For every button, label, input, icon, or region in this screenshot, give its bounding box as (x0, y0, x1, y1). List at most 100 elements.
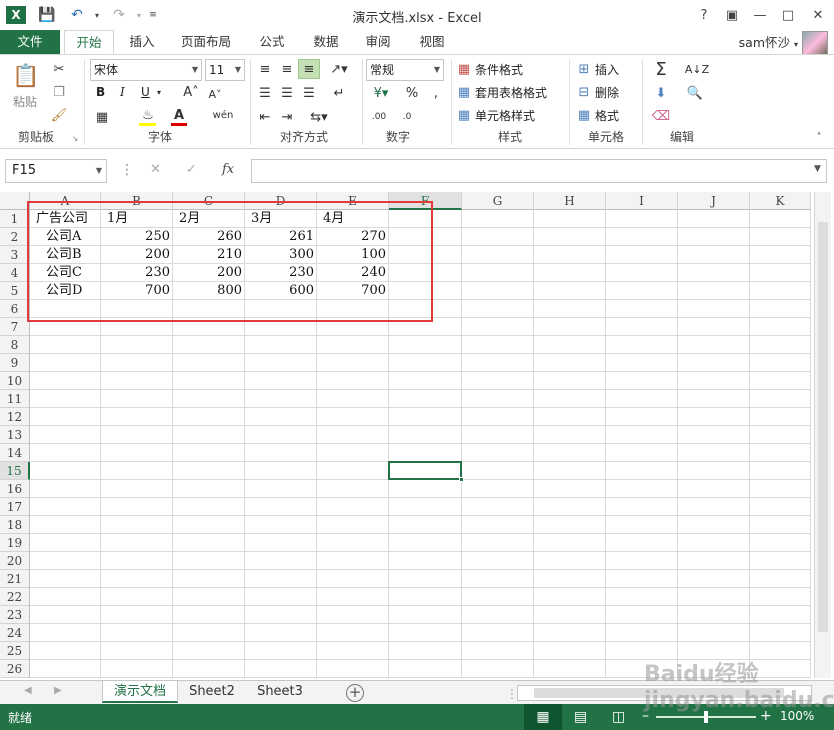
number-format-select[interactable]: 常规 ▼ (366, 59, 444, 81)
font-size-select[interactable]: 11 ▼ (205, 59, 245, 81)
decrease-decimal-icon[interactable]: .0 (396, 109, 418, 125)
align-middle-icon[interactable]: ≡ (278, 61, 296, 77)
zoom-slider[interactable] (656, 711, 756, 723)
ribbon-home: 📋 粘贴 ✂ ❐ 🖌 剪贴板 ↘ 宋体 ▼ 11 ▼ B I U ▾ A˄ A˅ ▦… (0, 54, 834, 149)
format-cells-button[interactable]: 格式 (595, 107, 619, 124)
title-bar: X 💾 ↶ ▾ ↷ ▾ ≡ 演示文档.xlsx - Excel ? ▣ — □ … (0, 0, 834, 30)
tab-formulas[interactable]: 公式 (250, 30, 294, 54)
fill-icon[interactable]: ⬇ (650, 84, 672, 102)
conditional-format-icon[interactable]: ▦ (456, 61, 472, 77)
format-as-table-icon[interactable]: ▦ (456, 84, 472, 100)
sheet-tab-demo[interactable]: 演示文档 (102, 681, 178, 703)
insert-cells-button[interactable]: 插入 (595, 61, 619, 78)
font-color-icon[interactable]: A (172, 107, 186, 123)
sort-filter-icon[interactable]: A↓Z (684, 59, 710, 79)
clipboard-group-label: 剪贴板 (17, 130, 54, 144)
insert-cells-icon[interactable]: ⊞ (576, 61, 592, 77)
cell-styles-icon[interactable]: ▦ (456, 107, 472, 123)
align-bottom-icon[interactable]: ≡ (298, 59, 320, 79)
clear-icon[interactable]: ⌫ (650, 107, 672, 125)
align-top-icon[interactable]: ≡ (256, 61, 274, 77)
user-name-label: sam怀沙 (738, 35, 790, 50)
minimize-icon[interactable]: — (748, 4, 772, 26)
delete-cells-button[interactable]: 删除 (595, 84, 619, 101)
sheet-tab-sheet2[interactable]: Sheet2 (180, 681, 244, 703)
chevron-down-icon: ▼ (95, 166, 102, 175)
align-left-icon[interactable]: ☰ (256, 85, 274, 101)
group-divider (451, 59, 452, 145)
format-painter-icon[interactable]: 🖌 (50, 106, 68, 124)
cell-styles-button[interactable]: 单元格样式 (475, 107, 535, 124)
phonetic-icon[interactable]: wén (212, 105, 234, 125)
borders-icon[interactable]: ▦ (94, 109, 110, 125)
increase-indent-icon[interactable]: ⇥ (278, 109, 296, 125)
number-format-value: 常规 (370, 63, 395, 77)
underline-dropdown-icon[interactable]: ▾ (154, 85, 164, 99)
insert-function-icon[interactable]: fx (222, 162, 234, 177)
orientation-icon[interactable]: ↗▾ (326, 61, 352, 77)
group-divider (569, 59, 570, 145)
page-break-view-icon[interactable]: ◫ (612, 709, 625, 725)
group-divider (642, 59, 643, 145)
normal-view-icon[interactable]: ▦ (524, 704, 562, 730)
tab-page-layout[interactable]: 页面布局 (174, 30, 238, 54)
cut-icon[interactable]: ✂ (50, 60, 68, 78)
grow-font-icon[interactable]: A˄ (180, 83, 202, 101)
tab-data[interactable]: 数据 (304, 30, 348, 54)
paste-icon[interactable]: 📋 (12, 61, 40, 91)
accounting-format-icon[interactable]: ¥▾ (368, 85, 394, 101)
format-as-table-button[interactable]: 套用表格格式 (475, 84, 547, 101)
collapse-ribbon-icon[interactable]: ˄ (812, 131, 826, 143)
tab-review[interactable]: 审阅 (356, 30, 400, 54)
worksheet-grid[interactable] (0, 192, 834, 680)
conditional-format-button[interactable]: 条件格式 (475, 61, 523, 78)
chevron-down-icon: ▼ (433, 65, 440, 74)
page-layout-view-icon[interactable]: ▤ (574, 709, 587, 725)
cancel-icon[interactable]: ✕ (150, 162, 161, 177)
chevron-down-icon: ▼ (191, 65, 198, 74)
decrease-indent-icon[interactable]: ⇤ (256, 109, 274, 125)
find-select-icon[interactable]: 🔍 (684, 84, 706, 102)
bold-button[interactable]: B (96, 85, 105, 99)
formula-input[interactable] (251, 159, 827, 183)
shrink-font-icon[interactable]: A˅ (204, 85, 226, 103)
format-cells-icon[interactable]: ▦ (576, 107, 592, 123)
percent-icon[interactable]: % (402, 85, 422, 101)
align-center-icon[interactable]: ☰ (278, 85, 296, 101)
help-button[interactable]: ? (692, 4, 716, 26)
clipboard-launcher-icon[interactable]: ↘ (70, 133, 80, 143)
user-dropdown-icon: ▾ (793, 40, 798, 49)
more-icon[interactable]: ⋮ (120, 162, 134, 178)
close-icon[interactable]: ✕ (806, 4, 830, 26)
align-right-icon[interactable]: ☰ (300, 85, 318, 101)
number-group-label: 数字 (385, 130, 410, 144)
tab-file[interactable]: 文件 (0, 30, 60, 54)
increase-decimal-icon[interactable]: .00 (368, 109, 390, 125)
user-name[interactable]: sam怀沙 ▾ (739, 32, 798, 51)
autosum-icon[interactable]: Σ (650, 59, 672, 80)
editing-group-label: 编辑 (669, 130, 694, 144)
delete-cells-icon[interactable]: ⊟ (576, 84, 592, 100)
paste-button[interactable]: 粘贴 (13, 93, 37, 110)
maximize-icon[interactable]: □ (776, 4, 800, 26)
ribbon-display-icon[interactable]: ▣ (720, 4, 744, 26)
comma-style-icon[interactable]: , (426, 85, 446, 101)
enter-icon[interactable]: ✓ (186, 162, 197, 177)
font-name-select[interactable]: 宋体 ▼ (90, 59, 202, 81)
styles-group-label: 样式 (497, 130, 522, 144)
add-sheet-icon[interactable]: + (346, 684, 364, 702)
italic-button[interactable]: I (120, 85, 125, 99)
tab-home[interactable]: 开始 (64, 30, 114, 55)
sheet-tab-sheet3[interactable]: Sheet3 (248, 681, 312, 703)
name-box[interactable]: F15 ▼ (5, 159, 107, 183)
fill-color-icon[interactable]: ♨ (140, 107, 156, 123)
next-sheet-icon[interactable]: ▶ (54, 685, 62, 696)
tab-insert[interactable]: 插入 (120, 30, 164, 54)
wrap-text-icon[interactable]: ↵ (326, 85, 352, 101)
merge-center-icon[interactable]: ⇆▾ (306, 109, 332, 125)
underline-button[interactable]: U (141, 85, 150, 99)
tab-view[interactable]: 视图 (410, 30, 454, 54)
expand-formula-icon[interactable]: ▼ (814, 164, 821, 174)
copy-icon[interactable]: ❐ (50, 83, 68, 101)
prev-sheet-icon[interactable]: ◀ (24, 685, 32, 696)
